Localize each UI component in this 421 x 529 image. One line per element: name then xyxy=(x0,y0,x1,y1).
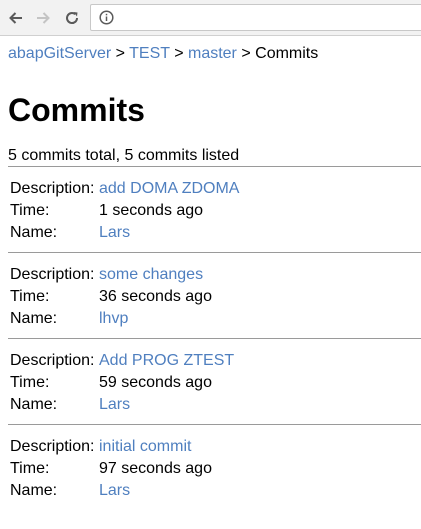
commit-author-link[interactable]: Lars xyxy=(99,222,130,244)
commit-time-label: Time: xyxy=(10,374,50,391)
commit-entry: Description: some changes Time: 36 seconds … xyxy=(8,253,421,334)
commit-name-row: Name: lhvp xyxy=(10,308,421,330)
commit-entry: Description: Add PROG ZTEST Time: 59 second… xyxy=(8,339,421,420)
commit-description-row: Description: add DOMA ZDOMA xyxy=(10,178,421,200)
commit-description-row: Description: Add PROG ZTEST xyxy=(10,350,421,372)
commit-author-link[interactable]: Lars xyxy=(99,480,130,502)
breadcrumb-link-repo[interactable]: TEST xyxy=(129,45,170,62)
breadcrumb-separator: > xyxy=(174,45,188,62)
breadcrumb-link-branch[interactable]: master xyxy=(188,45,237,62)
arrow-left-icon xyxy=(9,12,22,24)
forward-button[interactable] xyxy=(33,8,53,28)
breadcrumb: abapGitServer > TEST > master > Commits xyxy=(8,44,421,64)
commit-entry: Description: initial commit Time: 97 second… xyxy=(8,425,421,506)
commit-name-label: Name: xyxy=(10,482,58,499)
commit-description-label: Description: xyxy=(10,352,95,369)
address-bar[interactable] xyxy=(90,4,421,31)
commit-author-link[interactable]: Lars xyxy=(99,394,130,416)
commit-name-label: Name: xyxy=(10,310,58,327)
breadcrumb-current: Commits xyxy=(255,45,319,62)
breadcrumb-separator: > xyxy=(115,45,130,62)
page-content: abapGitServer > TEST > master > Commits … xyxy=(8,36,421,506)
commit-name-row: Name: Lars xyxy=(10,394,421,416)
commit-description-link[interactable]: add DOMA ZDOMA xyxy=(99,178,239,200)
reload-button[interactable] xyxy=(62,8,82,28)
commit-time: 36 seconds ago xyxy=(99,288,212,305)
back-button[interactable] xyxy=(6,8,26,28)
breadcrumb-separator: > xyxy=(241,45,256,62)
info-icon xyxy=(99,10,114,25)
commit-description-row: Description: initial commit xyxy=(10,436,421,458)
commit-list: Description: add DOMA ZDOMA Time: 1 seconds… xyxy=(8,167,421,506)
commit-time-row: Time: 59 seconds ago xyxy=(10,372,421,394)
commit-time: 59 seconds ago xyxy=(99,374,212,391)
browser-toolbar xyxy=(0,0,421,36)
commit-description-label: Description: xyxy=(10,266,95,283)
commit-description-row: Description: some changes xyxy=(10,264,421,286)
commit-time-label: Time: xyxy=(10,460,50,477)
commit-time-row: Time: 1 seconds ago xyxy=(10,200,421,222)
commit-author-link[interactable]: lhvp xyxy=(99,308,128,330)
commit-name-label: Name: xyxy=(10,224,58,241)
commit-description-link[interactable]: Add PROG ZTEST xyxy=(99,350,234,372)
commit-time-label: Time: xyxy=(10,288,50,305)
commit-entry: Description: add DOMA ZDOMA Time: 1 seconds… xyxy=(8,167,421,248)
commit-description-label: Description: xyxy=(10,180,95,197)
arrow-right-icon xyxy=(37,12,50,24)
commit-time: 97 seconds ago xyxy=(99,460,212,477)
commit-description-link[interactable]: some changes xyxy=(99,264,203,286)
commit-name-row: Name: Lars xyxy=(10,480,421,502)
commit-time-row: Time: 36 seconds ago xyxy=(10,286,421,308)
commit-description-label: Description: xyxy=(10,438,95,455)
commit-name-row: Name: Lars xyxy=(10,222,421,244)
commit-time: 1 seconds ago xyxy=(99,202,204,219)
commit-time-label: Time: xyxy=(10,202,50,219)
commit-name-label: Name: xyxy=(10,396,58,413)
page-title: Commits xyxy=(8,92,145,128)
commit-time-row: Time: 97 seconds ago xyxy=(10,458,421,480)
commit-description-link[interactable]: initial commit xyxy=(99,436,191,458)
reload-icon xyxy=(66,12,79,24)
commit-summary: 5 commits total, 5 commits listed xyxy=(8,147,240,164)
breadcrumb-link-server[interactable]: abapGitServer xyxy=(8,45,111,62)
